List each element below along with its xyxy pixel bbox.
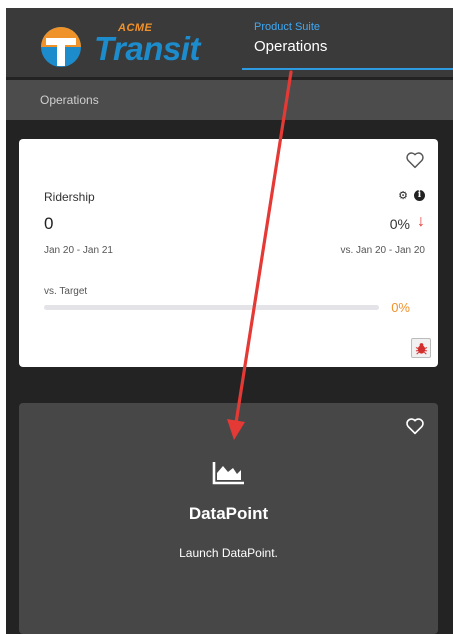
comparison-range: vs. Jan 20 - Jan 20 [340,245,426,256]
gear-icon[interactable]: ⚙ [398,189,408,202]
kpi-value: 0 [44,214,54,233]
date-range: Jan 20 - Jan 21 [44,245,113,256]
subnav-item-operations[interactable]: Operations [40,93,99,107]
area-chart-icon [212,460,246,491]
kpi-title: Ridership [44,190,95,204]
app-window: ACME Transit Product Suite Operations Op… [6,8,453,634]
change-percent: 0% [389,216,410,232]
acme-transit-logo[interactable]: ACME Transit [40,18,220,70]
favorite-heart-icon[interactable] [405,417,425,440]
product-suite-tab[interactable]: Product Suite Operations [242,8,453,70]
bug-icon[interactable] [411,338,431,358]
favorite-heart-icon[interactable] [405,151,425,174]
datapoint-title: DataPoint [188,504,269,523]
target-percent: 0% [391,300,410,315]
target-progress-bar [44,305,379,310]
transit-logo-icon [41,27,81,67]
datapoint-card[interactable]: DataPoint Launch DataPoint. [19,403,438,634]
logo-transit-text: Transit [94,30,200,67]
header: ACME Transit Product Suite Operations [6,8,453,77]
product-suite-name: Operations [254,38,328,55]
info-icon[interactable]: i [414,190,425,201]
target-label: vs. Target [44,286,88,297]
datapoint-description: Launch DataPoint. [179,546,278,560]
arrow-down-icon: ↓ [417,213,425,230]
product-suite-label: Product Suite [254,21,321,33]
subnav-bar: Operations [6,80,453,120]
ridership-card[interactable]: Ridership ⚙ i 0 0% ↓ Jan 20 - Jan 21 vs.… [19,139,438,367]
